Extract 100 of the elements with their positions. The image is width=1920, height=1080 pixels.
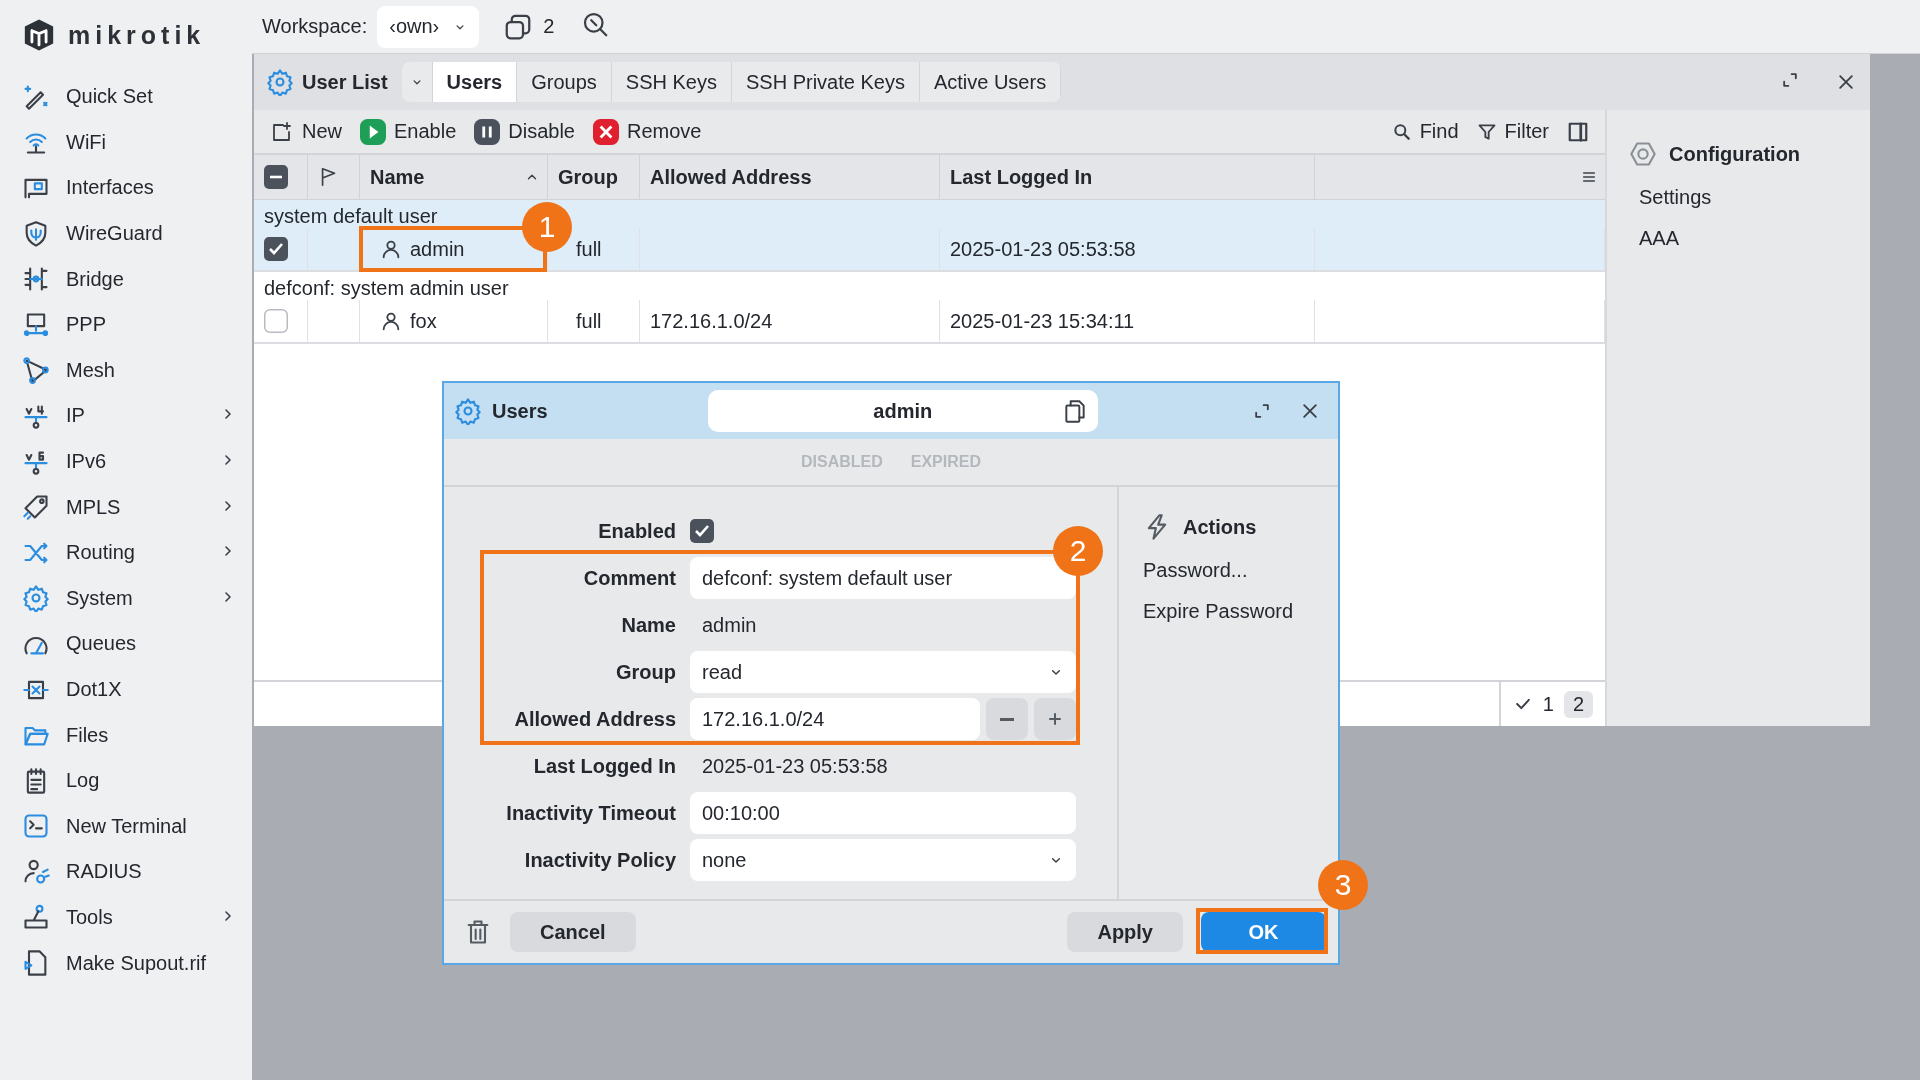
sidebar-item[interactable]: Tools xyxy=(66,906,204,929)
mesh-icon xyxy=(22,356,50,385)
toolbar-button[interactable]: Filter xyxy=(1476,120,1549,143)
table-cell: full xyxy=(576,309,602,333)
dialog-name-field: admin xyxy=(707,390,1098,432)
toolbar-button[interactable]: Enable xyxy=(360,118,457,145)
sidebar-item[interactable]: Quick Set xyxy=(66,85,252,109)
pause-icon xyxy=(474,118,501,145)
logo-text: mikrotik xyxy=(68,20,206,50)
field-label: Name xyxy=(620,613,676,638)
field-label: Allowed Address xyxy=(513,707,676,732)
gear-icon xyxy=(266,68,294,96)
menu-icon[interactable] xyxy=(1581,169,1597,185)
filter-icon xyxy=(1476,121,1497,142)
close-icon[interactable] xyxy=(1836,72,1856,92)
add-button[interactable] xyxy=(1034,698,1076,740)
toolbar-button[interactable]: Find xyxy=(1391,120,1459,143)
workspace-dropdown[interactable]: ‹own› xyxy=(377,5,480,48)
search-icon xyxy=(1391,121,1412,142)
cancel-button[interactable]: Cancel xyxy=(510,912,636,952)
sidebar-item[interactable]: Queues xyxy=(66,632,252,656)
sidebar-item[interactable]: Mesh xyxy=(66,358,252,382)
hexagon-icon xyxy=(1629,140,1657,168)
tab[interactable]: Users xyxy=(432,62,518,102)
sidebar-item[interactable]: System xyxy=(66,586,204,610)
sidebar-item[interactable]: Log xyxy=(66,769,252,793)
panel-title: Configuration xyxy=(1669,142,1801,166)
user-icon xyxy=(380,310,402,332)
field-label: Enabled xyxy=(597,519,676,544)
sidebar-item[interactable]: WireGuard xyxy=(66,222,252,246)
expand-icon[interactable] xyxy=(1252,401,1272,421)
ok-button[interactable]: OK xyxy=(1201,912,1326,952)
apply-button[interactable]: Apply xyxy=(1067,912,1183,952)
tag-icon xyxy=(22,493,50,522)
joystick-icon xyxy=(22,903,50,932)
sidebar-item[interactable]: Routing xyxy=(66,541,204,565)
address-field[interactable]: 172.16.1.0/24 xyxy=(690,698,980,740)
sidebar-item[interactable]: Files xyxy=(66,723,252,747)
row-comment: defconf: system admin user xyxy=(264,277,509,300)
monitor-icon xyxy=(22,310,50,339)
sidebar-item[interactable]: IP xyxy=(66,404,204,428)
column-header[interactable]: Last Logged In xyxy=(950,165,1093,189)
tab[interactable]: Active Users xyxy=(919,62,1062,102)
sidebar-item[interactable]: WiFi xyxy=(66,130,252,154)
dropdown-field[interactable]: read xyxy=(690,651,1076,693)
tab[interactable]: SSH Private Keys xyxy=(731,62,920,102)
field-value: 2025-01-23 05:53:58 xyxy=(701,754,888,778)
column-header[interactable]: Allowed Address xyxy=(650,165,812,189)
sidebar-item[interactable]: Interfaces xyxy=(66,176,252,200)
dropdown-field[interactable]: none xyxy=(690,839,1076,881)
sidebar-item[interactable]: PPP xyxy=(66,313,252,337)
play-icon xyxy=(360,118,386,145)
toolbar-button[interactable]: Remove xyxy=(593,118,702,145)
remove-icon xyxy=(593,118,619,145)
toolbar-button[interactable]: New xyxy=(270,119,342,144)
window-title: User List xyxy=(302,70,388,94)
row-comment: system default user xyxy=(264,205,438,228)
panel-toggle-icon[interactable] xyxy=(1567,120,1589,143)
action-link[interactable]: Expire Password xyxy=(1143,600,1314,623)
panel-link[interactable]: AAA xyxy=(1629,227,1848,250)
toolbar-button[interactable]: Disable xyxy=(474,118,575,145)
sidebar-item[interactable]: MPLS xyxy=(66,495,204,519)
row-checkbox[interactable] xyxy=(264,237,288,261)
terminal-icon xyxy=(22,812,50,841)
tab[interactable]: Groups xyxy=(517,62,612,102)
table-cell: full xyxy=(576,237,602,261)
select-all-checkbox[interactable] xyxy=(264,165,288,189)
sidebar-item[interactable]: Make Supout.rif xyxy=(66,951,252,975)
total-count: 2 xyxy=(1563,690,1593,718)
text-field[interactable]: 00:10:00 xyxy=(690,792,1076,834)
minus-icon xyxy=(1000,717,1014,721)
panel-link[interactable]: Settings xyxy=(1629,186,1848,209)
close-icon[interactable] xyxy=(1300,401,1320,421)
sidebar-item[interactable]: Dot1X xyxy=(66,678,252,701)
sidebar-item[interactable]: New Terminal xyxy=(66,814,252,838)
field-label: Group xyxy=(615,660,676,685)
gear-icon xyxy=(454,397,482,425)
enabled-checkbox[interactable] xyxy=(690,519,714,543)
sidebar-item[interactable]: Bridge xyxy=(66,267,252,291)
field-label: Comment xyxy=(582,566,676,591)
table-cell: 2025-01-23 15:34:11 xyxy=(950,309,1135,333)
checked-count: 1 xyxy=(1542,692,1554,716)
field-label: Inactivity Timeout xyxy=(505,801,676,826)
table-cell: admin xyxy=(410,237,465,261)
sidebar-item[interactable]: RADIUS xyxy=(66,860,252,884)
sidebar-item[interactable]: IPv6 xyxy=(66,450,204,474)
table-cell: 2025-01-23 05:53:58 xyxy=(950,237,1136,261)
table-cell: fox xyxy=(410,309,437,333)
logo-icon xyxy=(22,18,56,52)
action-link[interactable]: Password... xyxy=(1143,559,1314,582)
column-header[interactable]: Group xyxy=(558,165,618,189)
actions-title: Actions xyxy=(1183,515,1257,539)
user-wifi-icon xyxy=(22,857,50,886)
row-checkbox[interactable] xyxy=(264,309,288,333)
remove-button[interactable] xyxy=(986,698,1028,740)
tab[interactable]: SSH Keys xyxy=(611,62,732,102)
window-count: 2 xyxy=(543,15,555,38)
gear-icon xyxy=(22,584,50,613)
column-header[interactable]: Name xyxy=(370,165,425,189)
workspace-label: Workspace: xyxy=(262,15,368,38)
